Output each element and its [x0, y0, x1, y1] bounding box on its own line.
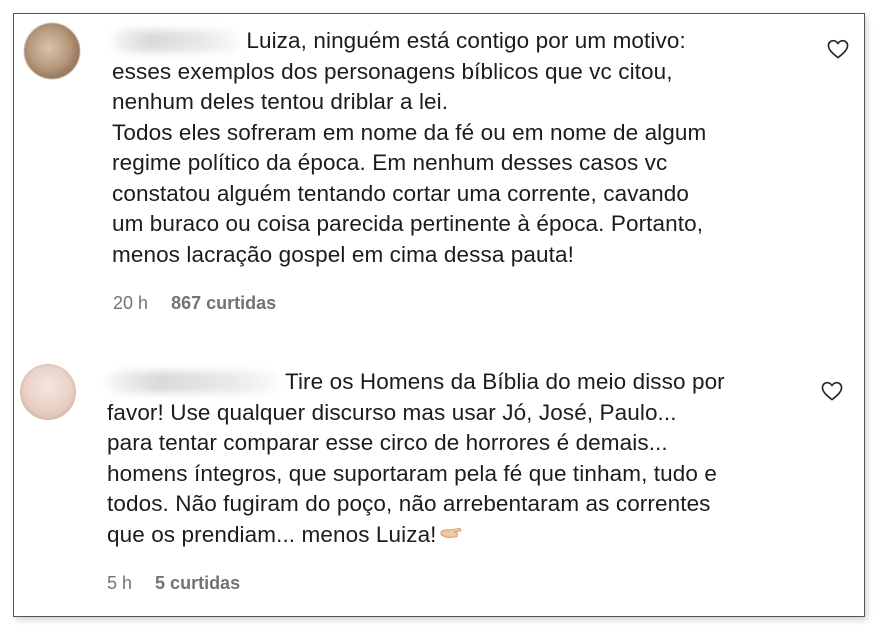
comment-line: Tire os Homens da Bíblia do meio disso p…	[107, 367, 725, 398]
comment-line-text: Tire os Homens da Bíblia do meio disso p…	[284, 369, 725, 394]
comment-line: que os prendiam... menos Luiza!	[107, 520, 725, 551]
comment-line: constatou alguém tentando cortar uma cor…	[112, 180, 689, 206]
comment-line: favor! Use qualquer discurso mas usar Jó…	[107, 399, 677, 425]
comment-line: esses exemplos dos personagens bíblicos …	[112, 58, 673, 84]
avatar[interactable]	[20, 364, 76, 420]
comment-line: menos lacração gospel em cima dessa paut…	[112, 241, 574, 267]
comment-line: homens íntegros, que suportaram pela fé …	[107, 460, 717, 486]
username-blurred[interactable]	[112, 30, 240, 52]
heart-outline-icon[interactable]	[821, 381, 843, 401]
comment-text: Luiza, ninguém está contigo por um motiv…	[112, 26, 706, 270]
comment-line-text: que os prendiam... menos Luiza!	[107, 521, 437, 547]
like-count[interactable]: 867 curtidas	[171, 293, 276, 313]
comment-line: um buraco ou coisa parecida pertinente à…	[112, 211, 704, 236]
timestamp[interactable]: 20 h	[113, 293, 148, 313]
comment-meta: 5 h 5 curtidas	[107, 573, 240, 594]
comment-line: Todos eles sofreram em nome da fé ou em …	[112, 119, 707, 145]
comment-line: Luiza, ninguém está contigo por um motiv…	[112, 26, 706, 57]
comments-panel: Luiza, ninguém está contigo por um motiv…	[13, 13, 865, 617]
comment-line: para tentar comparar esse circo de horro…	[107, 430, 668, 455]
heart-outline-icon[interactable]	[827, 39, 849, 59]
backhand-index-pointing-left-emoji	[440, 527, 461, 538]
timestamp[interactable]: 5 h	[107, 573, 132, 593]
comment-line-text: Luiza, ninguém está contigo por um motiv…	[246, 28, 686, 53]
comment-line: nenhum deles tentou driblar a lei.	[112, 89, 449, 114]
comment-text: Tire os Homens da Bíblia do meio disso p…	[107, 367, 725, 550]
comment-meta: 20 h 867 curtidas	[113, 293, 276, 314]
avatar[interactable]	[24, 23, 80, 79]
like-count[interactable]: 5 curtidas	[155, 573, 240, 593]
comment-line: todos. Não fugiram do poço, não arrebent…	[107, 491, 711, 516]
comment-line: regime político da época. Em nenhum dess…	[112, 150, 668, 175]
username-blurred[interactable]	[107, 371, 279, 393]
